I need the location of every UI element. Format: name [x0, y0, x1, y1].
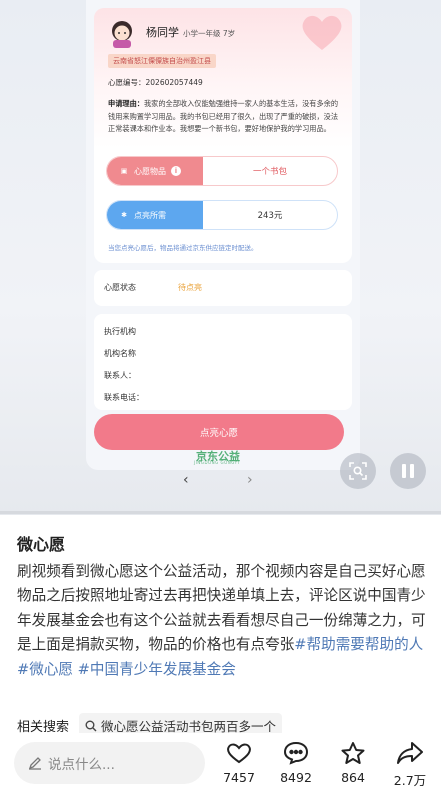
wish-item-row: ▣ 心愿物品 i 一个书包	[106, 156, 338, 186]
image-search-button[interactable]	[340, 453, 376, 489]
status-label: 心愿状态	[104, 283, 136, 292]
info-row-contact: 联系人：	[104, 371, 136, 380]
amount-label: ✱ 点亮所需	[107, 201, 203, 229]
post-title: 微心愿	[17, 535, 66, 554]
favorite-count: 864	[341, 770, 365, 785]
hashtag-link[interactable]: #中国青少年发展基金会	[78, 661, 236, 678]
share-count: 2.7万	[393, 773, 427, 788]
wish-item-value: 一个书包	[252, 167, 287, 177]
scan-icon	[349, 462, 367, 480]
heart-decoration-icon	[302, 15, 342, 51]
favorite-button[interactable]: 864	[333, 739, 373, 785]
comment-button[interactable]: 8492	[276, 739, 316, 785]
reason-label: 申请理由：	[108, 99, 144, 108]
pause-button[interactable]	[390, 453, 426, 489]
search-icon	[85, 720, 97, 731]
hashtag-link[interactable]: #微心愿	[17, 661, 73, 678]
amount-row: ✱ 点亮所需 243元	[106, 200, 338, 230]
like-count: 7457	[223, 770, 255, 785]
info-row-org-name: 机构名称	[104, 349, 136, 358]
pencil-icon	[28, 757, 41, 770]
star-icon	[341, 741, 365, 764]
post-body: 刷视频看到微心愿这个公益活动，那个视频内容是自己买好心愿物品之后按照地址寄过去再…	[17, 560, 427, 682]
gift-icon: ▣	[120, 167, 128, 175]
video-player[interactable]: 杨同学 小学一年级 7岁 云南省怒江傈僳族自治州盈江县 心愿编号：20260205…	[0, 0, 441, 515]
comment-bubble-icon	[283, 741, 309, 765]
info-icon: i	[171, 166, 181, 176]
bottom-action-bar: 说点什么... 7457 8492 864 2.7万	[0, 733, 441, 800]
share-icon	[397, 742, 423, 764]
student-name-text: 杨同学	[146, 26, 179, 39]
share-button[interactable]: 2.7万	[390, 739, 430, 789]
comment-count: 8492	[280, 770, 312, 785]
amount-value: 243元	[257, 211, 283, 221]
student-grade: 小学一年级 7岁	[183, 29, 236, 38]
comment-input[interactable]: 说点什么...	[14, 742, 205, 784]
wish-item-label: ▣ 心愿物品 i	[107, 157, 203, 185]
pause-icon	[402, 464, 414, 478]
next-chevron-icon[interactable]: ›	[247, 472, 253, 488]
comment-placeholder: 说点什么...	[48, 757, 115, 773]
star-badge-icon: ✱	[121, 211, 127, 219]
organization-card: 执行机构 机构名称 联系人： 联系电话：	[94, 314, 352, 410]
like-button[interactable]: 7457	[219, 739, 259, 785]
application-reason: 申请理由：我家的全部收入仅能勉强维持一家人的基本生活，没有多余的钱用来购置学习用…	[108, 98, 344, 136]
jd-charity-logo-sub: JINGDONG GONGYI	[194, 460, 240, 465]
video-progress-bar[interactable]	[0, 511, 441, 514]
info-row-executor: 执行机构	[104, 327, 136, 336]
school-badge: 云南省怒江傈僳族自治州盈江县	[108, 54, 216, 68]
previous-chevron-icon[interactable]: ‹	[183, 472, 189, 488]
wish-screenshot: 杨同学 小学一年级 7岁 云南省怒江傈僳族自治州盈江县 心愿编号：20260205…	[86, 0, 360, 470]
heart-icon	[227, 743, 251, 764]
info-row-phone: 联系电话：	[104, 393, 144, 402]
hashtag-link[interactable]: #帮助需要帮助的人	[294, 636, 423, 653]
status-value: 待点亮	[178, 283, 202, 292]
light-wish-button: 点亮心愿	[94, 414, 344, 450]
status-card: 心愿状态 待点亮	[94, 270, 352, 306]
wish-card: 杨同学 小学一年级 7岁 云南省怒江傈僳族自治州盈江县 心愿编号：20260205…	[94, 8, 352, 263]
delivery-note: 当您点亮心愿后，物品将通过京东供应链定时配送。	[108, 244, 258, 252]
student-name: 杨同学 小学一年级 7岁	[146, 24, 235, 40]
avatar	[112, 21, 132, 48]
amount-label-text: 点亮所需	[134, 210, 166, 220]
wish-item-label-text: 心愿物品	[134, 166, 166, 176]
wish-number: 心愿编号：20260205744­9	[108, 78, 203, 87]
